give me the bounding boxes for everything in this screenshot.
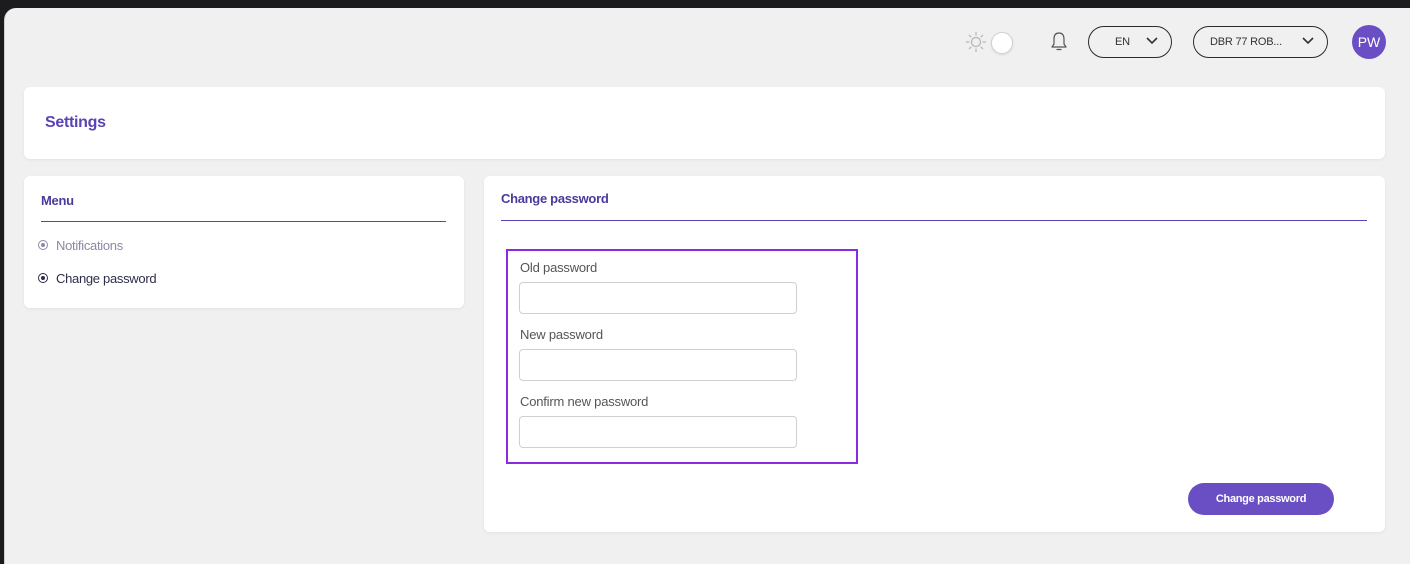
language-select[interactable]: EN [1088,26,1172,58]
toggle-switch[interactable] [989,31,1025,54]
confirm-password-field[interactable] [519,416,797,448]
new-password-label: New password [520,327,603,342]
old-password-field[interactable] [519,282,797,314]
chevron-down-icon [1301,36,1315,46]
sun-icon [965,31,987,53]
confirm-password-label: Confirm new password [520,394,649,409]
settings-menu: Menu Notifications Change password [24,176,464,308]
menu-item-change-password[interactable]: Change password [38,267,157,289]
old-password-label: Old password [520,260,598,275]
theme-toggle[interactable] [965,29,1025,55]
bell-icon [1048,32,1070,58]
menu-item-notifications[interactable]: Notifications [38,234,123,256]
change-password-button[interactable]: Change password [1188,483,1334,515]
top-bar: EN DBR 77 ROB... PW [5,8,1410,78]
app-window: EN DBR 77 ROB... PW Settings Menu Notifi… [4,8,1410,564]
language-value: EN [1115,36,1130,48]
radio-icon [38,273,48,283]
avatar[interactable]: PW [1352,25,1386,59]
menu-item-label: Change password [56,270,157,286]
password-form: Old password New password Confirm new pa… [506,249,858,464]
notifications-button[interactable] [1048,30,1070,54]
company-select[interactable]: DBR 77 ROB... [1193,26,1328,58]
new-password-field[interactable] [519,349,797,381]
menu-item-label: Notifications [56,237,123,253]
menu-title: Menu [41,193,74,208]
divider [41,221,446,222]
chevron-down-icon [1145,36,1159,46]
company-value: DBR 77 ROB... [1210,36,1282,48]
divider [501,220,1367,221]
page-title: Settings [45,114,106,131]
toggle-knob [991,32,1013,54]
avatar-initials: PW [1357,34,1381,50]
change-password-card: Change password Old password New passwor… [484,176,1385,532]
page-header-card: Settings [24,87,1385,159]
section-title: Change password [501,191,609,206]
radio-icon [38,240,48,250]
